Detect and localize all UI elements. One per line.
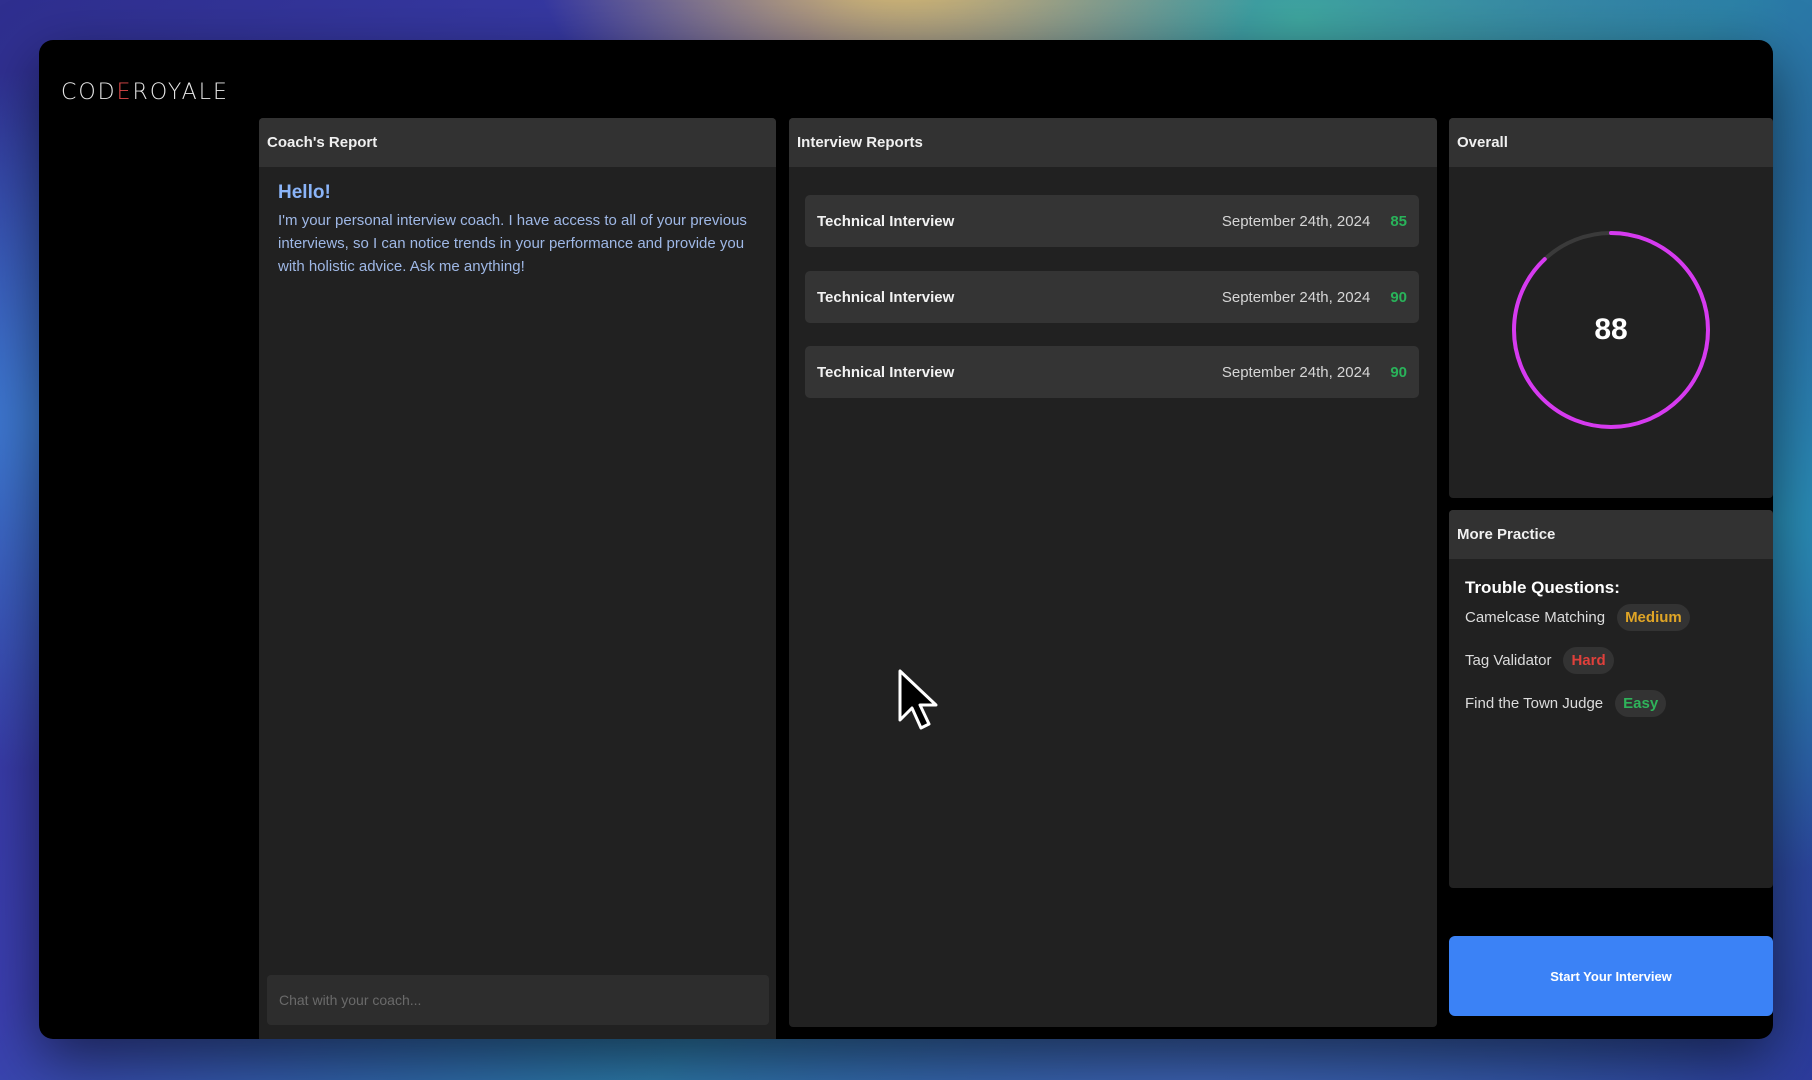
question-name: Tag Validator [1465,652,1552,669]
question-name: Find the Town Judge [1465,695,1604,712]
report-date: September 24th, 2024 [1221,212,1371,230]
report-date: September 24th, 2024 [1221,288,1371,306]
overall-header: Overall [1449,118,1773,167]
practice-question-item[interactable]: Tag Validator Hard [1465,647,1614,674]
more-practice-panel: More Practice Trouble Questions: Camelca… [1449,510,1773,888]
coach-chat-input[interactable] [267,975,769,1025]
coach-greeting: Hello! [278,182,331,203]
app-logo: COD E ROYALE [61,78,229,106]
app-window: COD E ROYALE Coach's Report Hello! I'm you… [39,40,1773,1039]
coach-report-panel: Coach's Report Hello! I'm your personal … [259,118,776,1039]
more-practice-header: More Practice [1449,510,1773,559]
report-row[interactable]: Technical Interview September 24th, 2024… [805,195,1419,247]
report-row[interactable]: Technical Interview September 24th, 2024… [805,271,1419,323]
report-title: Technical Interview [817,363,955,381]
logo-text-start: COD [61,79,117,105]
report-title: Technical Interview [817,212,955,230]
coach-report-header: Coach's Report [259,118,776,167]
report-score: 85 [1390,212,1407,230]
interview-reports-header: Interview Reports [789,118,1437,167]
coach-message: I'm your personal interview coach. I hav… [278,212,747,275]
report-title: Technical Interview [817,288,955,306]
overall-panel: Overall 88 [1449,118,1773,498]
question-name: Camelcase Matching [1465,609,1606,626]
report-score: 90 [1390,288,1407,306]
logo-text-accent: E [116,79,133,105]
interview-reports-panel: Interview Reports Technical Interview Se… [789,118,1437,1027]
report-date: September 24th, 2024 [1221,363,1371,381]
difficulty-badge: Hard [1563,647,1614,674]
logo-text-end: ROYALE [132,79,229,105]
practice-question-item[interactable]: Camelcase Matching Medium [1465,604,1690,631]
start-interview-button[interactable]: Start Your Interview [1449,936,1773,1016]
difficulty-badge: Medium [1617,604,1690,631]
difficulty-badge: Easy [1615,690,1667,717]
report-score: 90 [1390,363,1407,381]
practice-question-item[interactable]: Find the Town Judge Easy [1465,690,1667,717]
overall-score-value: 88 [1594,313,1628,346]
report-row[interactable]: Technical Interview September 24th, 2024… [805,346,1419,398]
mouse-cursor-icon [898,669,938,730]
trouble-questions-title: Trouble Questions: [1465,578,1620,597]
